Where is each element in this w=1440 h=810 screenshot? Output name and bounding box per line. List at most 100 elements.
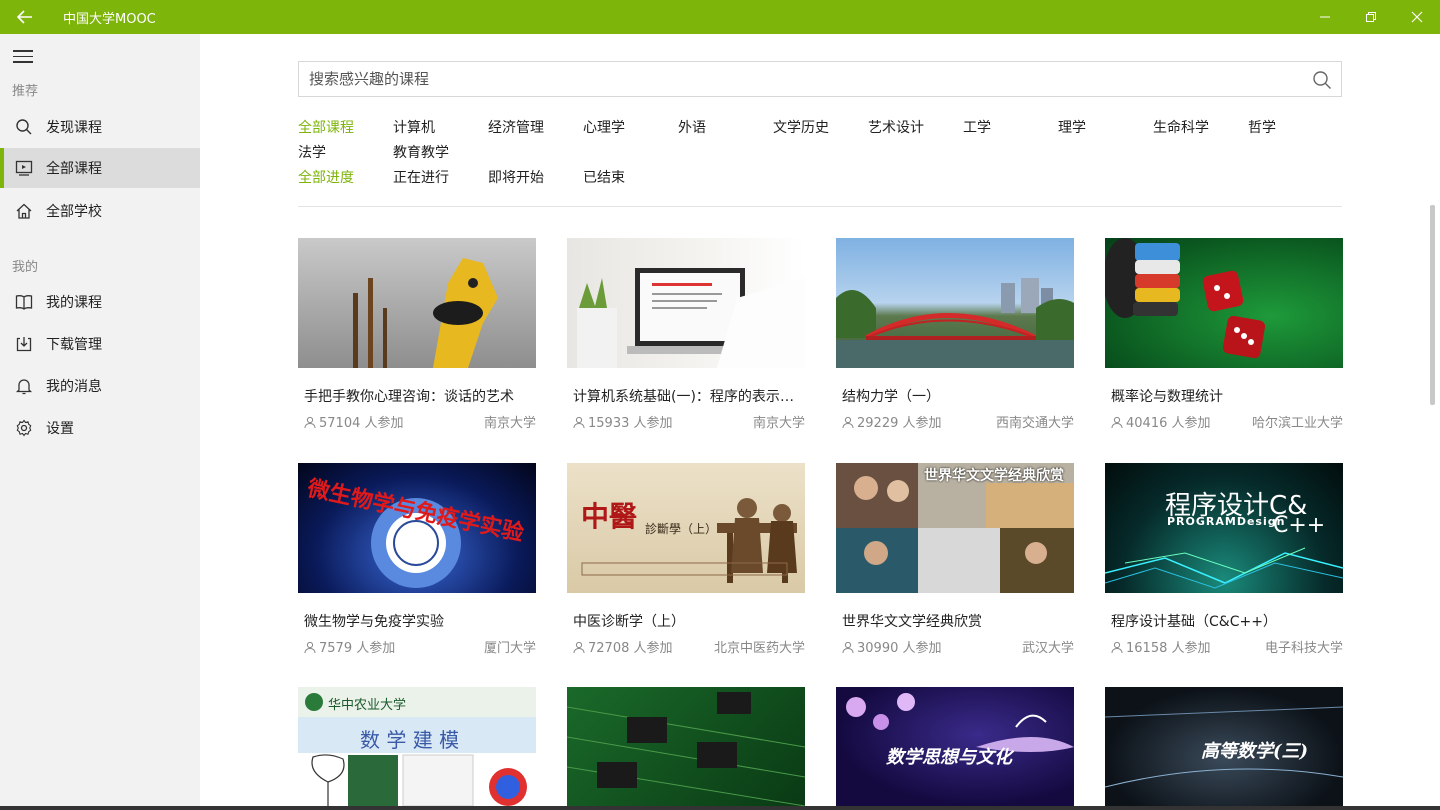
course-card[interactable]: 手把手教你心理咨询：谈话的艺术 57104 人参加 南京大学 [298,238,536,448]
course-title: 概率论与数理统计 [1111,389,1223,405]
filter-category-language[interactable]: 外语 [678,117,706,137]
course-meta: 30990 人参加 武汉大学 [842,637,1074,656]
sidebar-item-label: 发现课程 [46,120,102,136]
filter-category-literature[interactable]: 文学历史 [773,117,829,137]
course-meta: 40416 人参加 哈尔滨工业大学 [1111,412,1343,431]
sidebar-item-my-courses[interactable]: 我的课程 [0,282,200,322]
user-icon [1111,416,1123,428]
search-icon[interactable] [1311,69,1333,91]
restore-icon [1366,12,1376,22]
thumbnail-caption: 世界华文文学经典欣赏 [924,468,1064,484]
filter-progress-ongoing[interactable]: 正在进行 [393,167,449,187]
filter-progress-ended[interactable]: 已结束 [583,167,625,187]
course-title: 微生物学与免疫学实验 [304,614,444,630]
participant-count: 15933 人参加 [588,416,673,431]
participant-count: 72708 人参加 [588,641,673,656]
close-button[interactable] [1394,0,1440,34]
course-thumbnail: 微生物学与免疫学实验 [298,463,536,593]
thumbnail-school: 华中农业大学 [328,698,407,713]
thumbnail-caption: 中醫 [581,500,638,533]
search-input[interactable] [299,62,1279,96]
course-card[interactable]: 中醫 診斷學（上） 中医诊断学（上） 72708 人参加 北京中医药大学 [567,463,805,673]
school-name: 南京大学 [752,416,805,431]
filter-category-art[interactable]: 艺术设计 [868,117,924,137]
gear-icon [14,418,34,438]
course-thumbnail [567,687,805,806]
course-meta: 29229 人参加 西南交通大学 [842,412,1074,431]
filter-category-philosophy[interactable]: 哲学 [1248,117,1276,137]
course-thumbnail: 高等数学(三) [1105,687,1343,806]
course-card[interactable]: 微生物学与免疫学实验 微生物学与免疫学实验 7579 人参加 厦门大学 [298,463,536,673]
course-card[interactable]: 结构力学（一） 29229 人参加 西南交通大学 [836,238,1074,448]
scrollbar[interactable] [1430,205,1435,405]
school-name: 厦门大学 [483,641,536,656]
title-bar: 中国大学MOOC [0,0,1440,34]
course-title: 中医诊断学（上） [573,614,685,630]
bell-icon [14,376,34,396]
course-card[interactable]: 程序设计C& PROGRAMDesign C++ 程序设计基础（C&C++） 1… [1105,463,1343,673]
sidebar-item-label: 下载管理 [46,337,102,353]
participant-count: 57104 人参加 [319,416,404,431]
participant-count: 30990 人参加 [857,641,942,656]
search-box [298,61,1342,97]
course-thumbnail: 华中农业大学 数 学 建 模 [298,687,536,806]
school-name: 电子科技大学 [1264,641,1343,656]
restore-button[interactable] [1348,0,1394,34]
sidebar-item-label: 设置 [46,421,74,437]
participant-count: 16158 人参加 [1126,641,1211,656]
filter-category-engineering[interactable]: 工学 [963,117,991,137]
filter-category-education[interactable]: 教育教学 [393,142,449,162]
school-name: 武汉大学 [1021,641,1074,656]
course-card[interactable]: 计算机系统基础(一)：程序的表示、转换与链接 15933 人参加 南京大学 [567,238,805,448]
user-icon [304,641,316,653]
sidebar-item-label: 我的消息 [46,379,102,395]
thumbnail-caption: 数学思想与文化 [886,747,1012,768]
course-title: 程序设计基础（C&C++） [1111,614,1277,630]
menu-icon[interactable] [13,50,33,64]
filter-category-computer[interactable]: 计算机 [393,117,435,137]
course-meta: 7579 人参加 厦门大学 [304,637,536,656]
filter-category-psychology[interactable]: 心理学 [583,117,625,137]
sidebar-item-all-courses[interactable]: 全部课程 [0,148,200,188]
user-icon [304,416,316,428]
download-icon [14,334,34,354]
thumbnail-subcaption: PROGRAMDesign [1167,515,1286,528]
back-button[interactable] [0,0,50,34]
filter-category-all[interactable]: 全部课程 [298,117,354,137]
course-card[interactable] [567,687,805,806]
filter-progress-upcoming[interactable]: 即将开始 [488,167,544,187]
minimize-button[interactable] [1302,0,1348,34]
course-title: 手把手教你心理咨询：谈话的艺术 [304,389,514,405]
bottom-edge [0,806,1440,810]
course-thumbnail: 世界华文文学经典欣赏 [836,463,1074,593]
course-card[interactable]: 高等数学(三) [1105,687,1343,806]
sidebar-item-downloads[interactable]: 下载管理 [0,324,200,364]
course-thumbnail [836,238,1074,368]
filter-category-law[interactable]: 法学 [298,142,326,162]
sidebar-item-messages[interactable]: 我的消息 [0,366,200,406]
user-icon [573,416,585,428]
thumbnail-cpp: C++ [1273,513,1326,538]
sidebar: 推荐 发现课程 全部课程 全部学校 我的 我的课程 下载管理 我的消息 设置 [0,34,200,810]
sidebar-item-settings[interactable]: 设置 [0,408,200,448]
user-icon [1111,641,1123,653]
course-card[interactable]: 世界华文文学经典欣赏 世界华文文学经典欣赏 30990 人参加 武汉大学 [836,463,1074,673]
sidebar-item-discover[interactable]: 发现课程 [0,107,200,147]
school-name: 南京大学 [483,416,536,431]
filter-category-economics[interactable]: 经济管理 [488,117,544,137]
sidebar-item-label: 全部课程 [46,161,102,177]
course-title: 结构力学（一） [842,389,940,405]
course-card[interactable]: 华中农业大学 数 学 建 模 [298,687,536,806]
thumbnail-caption: 数 学 建 模 [360,728,460,752]
school-name: 北京中医药大学 [713,641,805,656]
participant-count: 29229 人参加 [857,416,942,431]
filter-progress-all[interactable]: 全部进度 [298,167,354,187]
filter-category-life-science[interactable]: 生命科学 [1153,117,1209,137]
filter-category-science[interactable]: 理学 [1058,117,1086,137]
user-icon [573,641,585,653]
sidebar-item-all-schools[interactable]: 全部学校 [0,191,200,231]
course-card[interactable]: 数学思想与文化 [836,687,1074,806]
course-card[interactable]: 概率论与数理统计 40416 人参加 哈尔滨工业大学 [1105,238,1343,448]
minimize-icon [1320,16,1330,18]
course-thumbnail [298,238,536,368]
